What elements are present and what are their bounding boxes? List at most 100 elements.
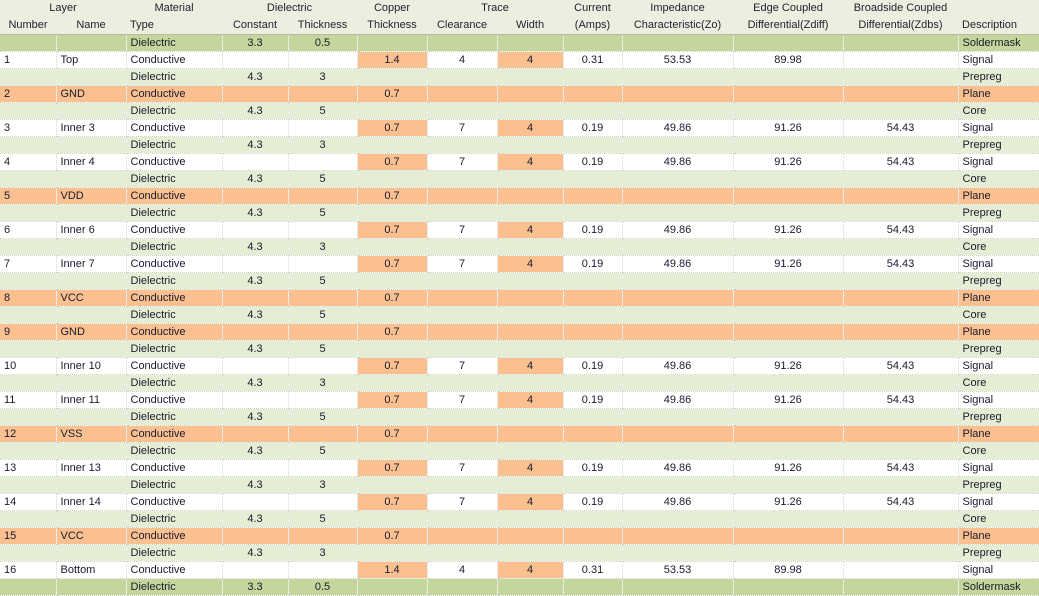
cell-type[interactable]: Conductive [126, 85, 223, 103]
cell-width[interactable] [497, 34, 564, 52]
cell-zdbs[interactable] [843, 187, 959, 205]
cell-width[interactable]: 4 [497, 391, 564, 409]
cell-cu_thk[interactable]: 0.7 [357, 357, 428, 375]
cell-width[interactable] [497, 323, 564, 341]
cell-type[interactable]: Conductive [126, 561, 223, 579]
cell-type[interactable]: Conductive [126, 425, 223, 443]
cell-diel_thk[interactable]: 0.5 [288, 34, 358, 52]
cell-diel_thk[interactable]: 0.5 [288, 578, 358, 596]
cell-cu_thk[interactable]: 0.7 [357, 425, 428, 443]
cell-zo[interactable]: 49.86 [622, 493, 734, 511]
cell-clearance[interactable] [427, 68, 498, 86]
cell-width[interactable]: 4 [497, 255, 564, 273]
table-row[interactable]: Dielectric 4.3 5 Prepreg [0, 408, 1039, 426]
cell-name[interactable] [56, 272, 127, 290]
cell-current[interactable] [563, 272, 623, 290]
cell-name[interactable]: Inner 6 [56, 221, 127, 239]
cell-zdbs[interactable]: 54.43 [843, 255, 959, 273]
cell-type[interactable]: Dielectric [126, 204, 223, 222]
cell-type[interactable]: Dielectric [126, 476, 223, 494]
cell-zo[interactable] [622, 578, 734, 596]
cell-zo[interactable]: 49.86 [622, 357, 734, 375]
cell-zo[interactable] [622, 102, 734, 120]
cell-width[interactable]: 4 [497, 119, 564, 137]
cell-current[interactable] [563, 170, 623, 188]
cell-name[interactable] [56, 510, 127, 528]
cell-number[interactable]: 6 [0, 221, 57, 239]
cell-width[interactable] [497, 68, 564, 86]
cell-zdiff[interactable]: 91.26 [733, 255, 844, 273]
cell-zo[interactable]: 49.86 [622, 255, 734, 273]
cell-type[interactable]: Conductive [126, 289, 223, 307]
cell-zo[interactable]: 49.86 [622, 119, 734, 137]
cell-constant[interactable] [222, 187, 289, 205]
cell-current[interactable] [563, 136, 623, 154]
cell-zdbs[interactable]: 54.43 [843, 357, 959, 375]
cell-zo[interactable] [622, 289, 734, 307]
cell-constant[interactable]: 4.3 [222, 442, 289, 460]
column-header-differential-zdiff[interactable]: Differential(Zdiff) [733, 17, 844, 35]
cell-cu_thk[interactable] [357, 408, 428, 426]
cell-cu_thk[interactable]: 0.7 [357, 289, 428, 307]
cell-constant[interactable]: 4.3 [222, 476, 289, 494]
cell-desc[interactable]: Prepreg [958, 136, 1039, 154]
table-row[interactable]: Dielectric 4.3 5 Core [0, 170, 1039, 188]
cell-name[interactable]: Inner 7 [56, 255, 127, 273]
cell-diel_thk[interactable] [288, 561, 358, 579]
cell-desc[interactable]: Prepreg [958, 340, 1039, 358]
cell-zdbs[interactable] [843, 408, 959, 426]
cell-cu_thk[interactable] [357, 340, 428, 358]
cell-zdiff[interactable] [733, 238, 844, 256]
cell-name[interactable]: Inner 4 [56, 153, 127, 171]
cell-zdiff[interactable] [733, 323, 844, 341]
table-row[interactable]: 14 Inner 14 Conductive 0.7 7 4 0.19 49.86 91.26 5… [0, 493, 1039, 511]
cell-current[interactable] [563, 442, 623, 460]
layer-stackup-table[interactable]: Layer Material Dielectric Copper Trace C… [0, 0, 1039, 596]
cell-constant[interactable] [222, 153, 289, 171]
cell-desc[interactable]: Prepreg [958, 272, 1039, 290]
cell-type[interactable]: Dielectric [126, 340, 223, 358]
cell-clearance[interactable] [427, 510, 498, 528]
table-row[interactable]: 7 Inner 7 Conductive 0.7 7 4 0.19 49.86 91.26 54.… [0, 255, 1039, 273]
cell-desc[interactable]: Core [958, 374, 1039, 392]
cell-diel_thk[interactable]: 3 [288, 136, 358, 154]
cell-zdiff[interactable] [733, 34, 844, 52]
cell-current[interactable] [563, 187, 623, 205]
cell-number[interactable]: 14 [0, 493, 57, 511]
cell-number[interactable] [0, 272, 57, 290]
cell-zdbs[interactable] [843, 323, 959, 341]
cell-name[interactable] [56, 374, 127, 392]
cell-zdiff[interactable] [733, 85, 844, 103]
cell-zdbs[interactable] [843, 442, 959, 460]
cell-zdiff[interactable]: 91.26 [733, 221, 844, 239]
cell-clearance[interactable] [427, 204, 498, 222]
cell-constant[interactable]: 4.3 [222, 340, 289, 358]
cell-diel_thk[interactable]: 5 [288, 102, 358, 120]
cell-name[interactable] [56, 170, 127, 188]
cell-constant[interactable] [222, 323, 289, 341]
cell-desc[interactable]: Signal [958, 391, 1039, 409]
cell-width[interactable] [497, 204, 564, 222]
cell-zdbs[interactable] [843, 340, 959, 358]
cell-zo[interactable] [622, 323, 734, 341]
cell-width[interactable] [497, 170, 564, 188]
cell-zdiff[interactable]: 91.26 [733, 153, 844, 171]
cell-name[interactable]: Inner 11 [56, 391, 127, 409]
cell-type[interactable]: Conductive [126, 391, 223, 409]
cell-number[interactable]: 7 [0, 255, 57, 273]
cell-zdbs[interactable] [843, 204, 959, 222]
cell-current[interactable]: 0.31 [563, 561, 623, 579]
cell-zdiff[interactable] [733, 374, 844, 392]
cell-zo[interactable] [622, 408, 734, 426]
cell-desc[interactable]: Plane [958, 289, 1039, 307]
cell-zdiff[interactable] [733, 272, 844, 290]
cell-clearance[interactable] [427, 289, 498, 307]
cell-desc[interactable]: Soldermask [958, 578, 1039, 596]
cell-width[interactable]: 4 [497, 221, 564, 239]
cell-current[interactable]: 0.19 [563, 255, 623, 273]
cell-zdiff[interactable] [733, 306, 844, 324]
cell-type[interactable]: Conductive [126, 527, 223, 545]
cell-type[interactable]: Dielectric [126, 442, 223, 460]
table-row[interactable]: Dielectric 4.3 5 Core [0, 102, 1039, 120]
table-row[interactable]: 8 VCC Conductive 0.7 Plane [0, 289, 1039, 307]
